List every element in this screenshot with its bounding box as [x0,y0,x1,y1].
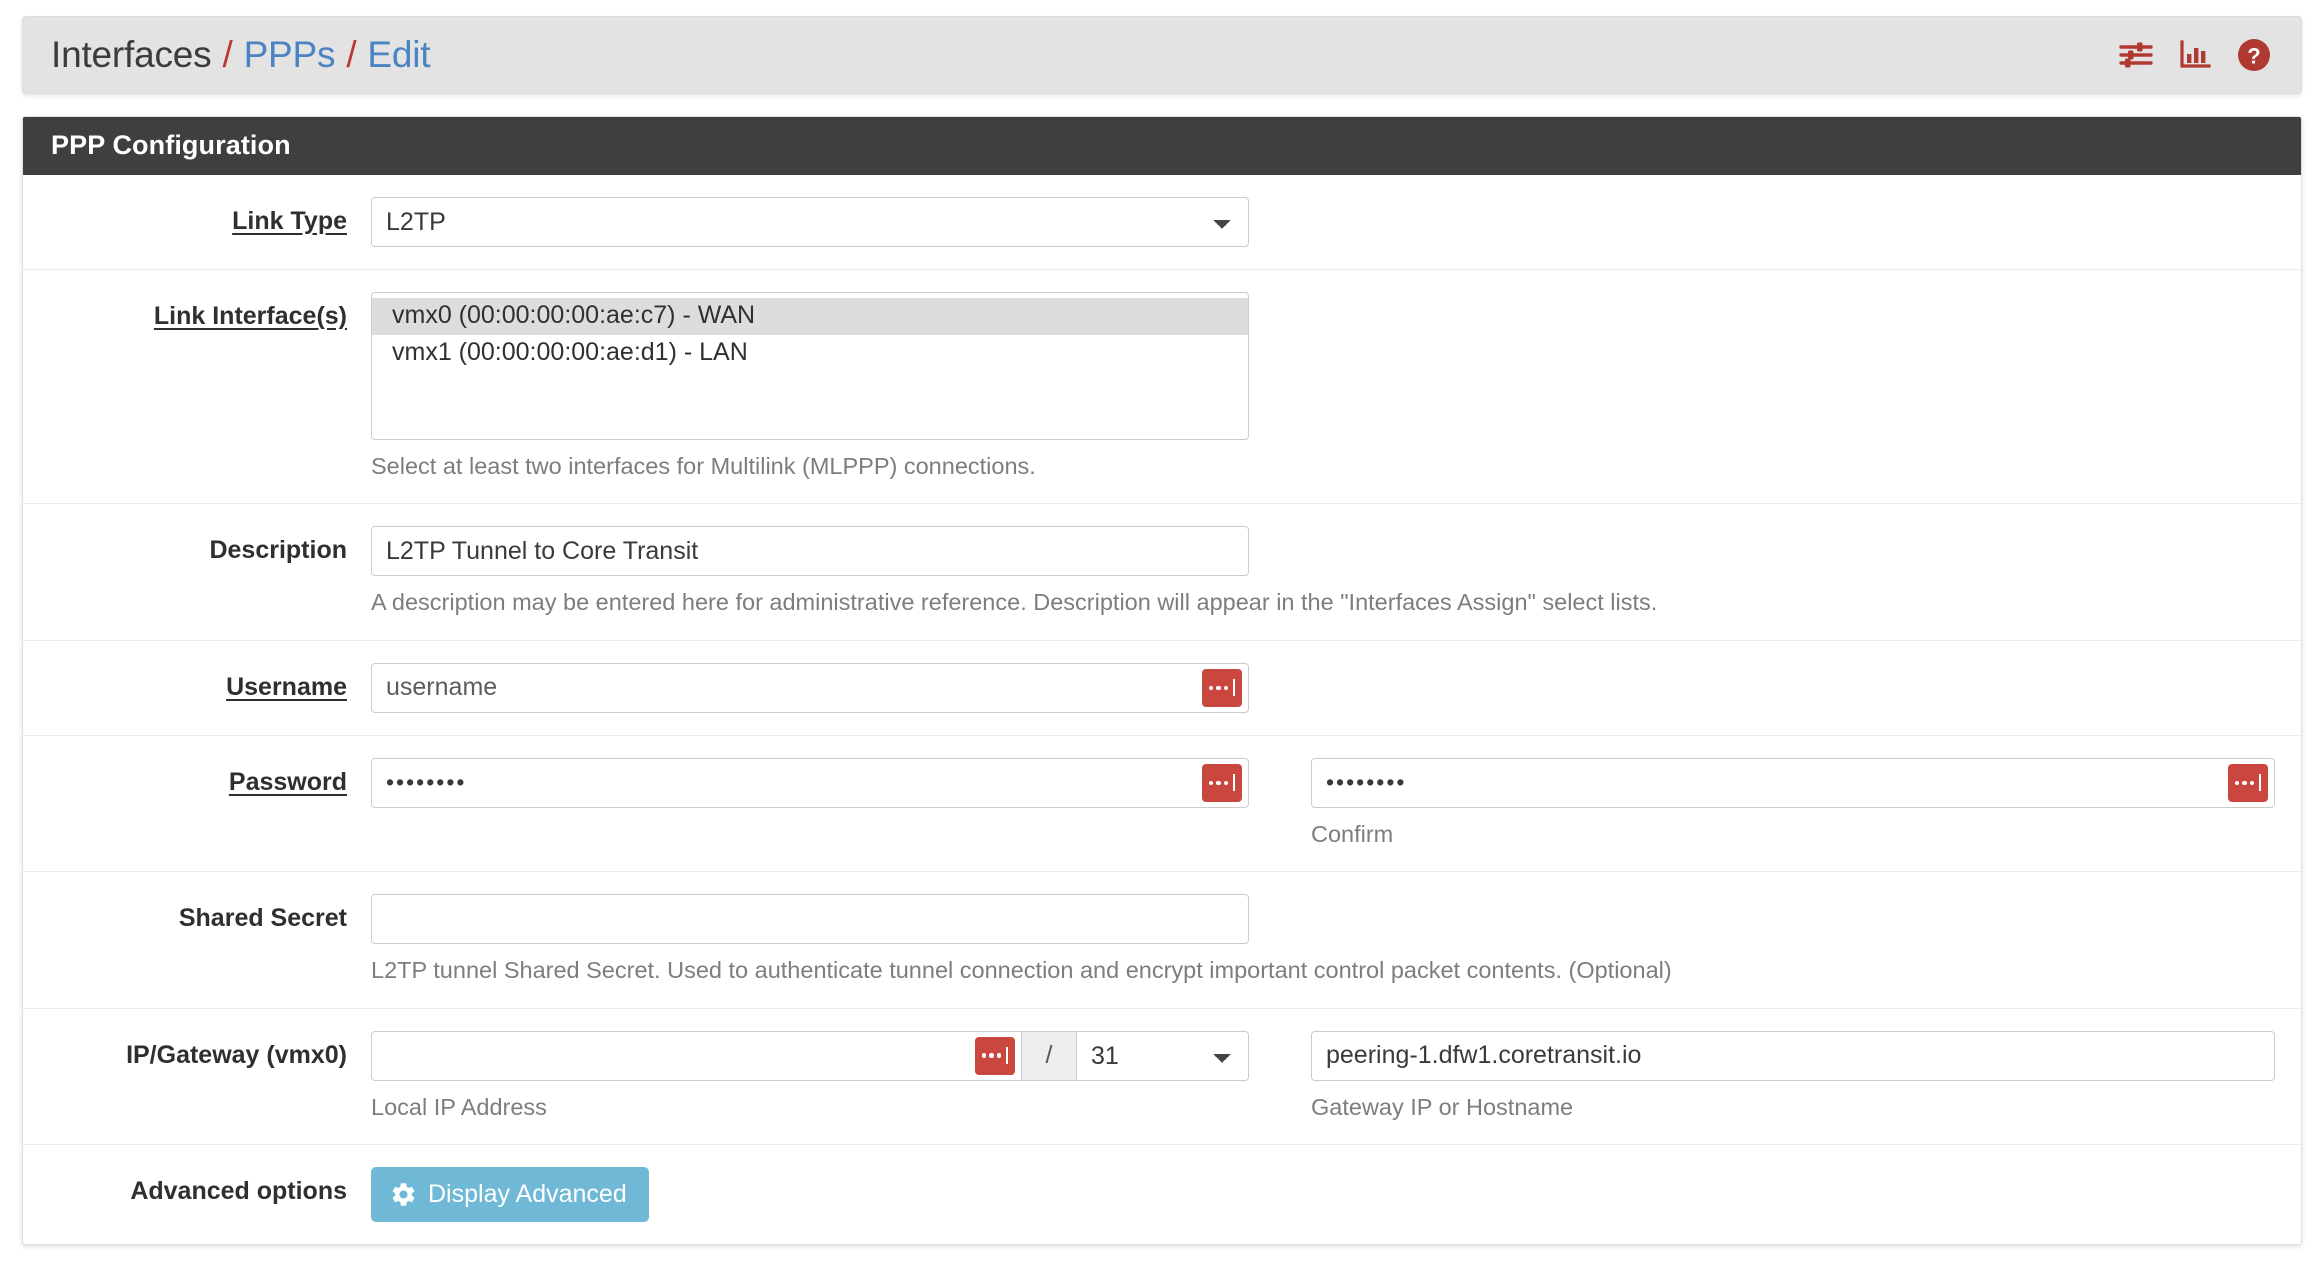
gear-icon [390,1181,417,1208]
display-advanced-button[interactable]: Display Advanced [371,1166,649,1222]
password-confirm-input-group [1311,757,2275,808]
password-confirm-help: Confirm [1311,820,1394,847]
gateway-help: Gateway IP or Hostname [1311,1093,1574,1120]
dot-glyph [996,1053,1002,1058]
chart-icon[interactable] [2179,40,2211,70]
shared-secret-help: L2TP tunnel Shared Secret. Used to authe… [371,957,1672,984]
local-ip-input[interactable] [372,1031,975,1080]
ip-gateway-label: IP/Gateway (vmx0) [126,1040,347,1069]
cursor-bar-glyph [1233,679,1236,697]
breadcrumb-bar: Interfaces / PPPs / Edit ? [22,16,2302,94]
form-row-username: Username [23,641,2301,736]
header-icon-group: ? [2119,38,2271,72]
form-row-advanced-options: Advanced options Display Advanced [23,1145,2301,1244]
dot-glyph [2249,780,2255,785]
help-icon[interactable]: ? [2237,38,2271,72]
gateway-input[interactable] [1311,1030,2275,1081]
list-item[interactable]: vmx1 (00:00:00:00:ae:d1) - LAN [372,335,1248,372]
local-ip-help: Local IP Address [371,1093,547,1120]
dot-glyph [1223,780,1229,785]
display-advanced-button-label: Display Advanced [428,1179,627,1208]
subnet-slash-separator: / [1021,1030,1077,1081]
page-root: Interfaces / PPPs / Edit ? PPP Configura… [0,0,2324,1276]
dot-glyph [981,1053,987,1058]
breadcrumb-item-edit[interactable]: Edit [367,34,430,76]
sliders-icon[interactable] [2119,40,2153,70]
username-input[interactable] [372,663,1202,712]
cursor-bar-glyph [1006,1047,1009,1064]
dot-glyph [1208,685,1214,690]
password-reveal-button[interactable] [1202,763,1242,802]
description-help: A description may be entered here for ad… [371,589,1658,616]
svg-text:?: ? [2247,44,2260,69]
password-confirm-reveal-button[interactable] [2228,763,2268,802]
gateway-col: Gateway IP or Hostname [1311,1030,2275,1122]
form-row-description: Description A description may be entered… [23,504,2301,641]
subnet-mask-select[interactable]: 31 [1077,1030,1249,1081]
username-label: Username [226,672,347,701]
card-title: PPP Configuration [23,117,2301,175]
form-row-link-interfaces: Link Interface(s) vmx0 (00:00:00:00:ae:c… [23,270,2301,505]
dot-glyph [1216,780,1221,785]
description-input[interactable] [371,526,1249,577]
link-interfaces-listbox[interactable]: vmx0 (00:00:00:00:ae:c7) - WAN vmx1 (00:… [371,292,1249,440]
dot-glyph [2234,780,2240,785]
shared-secret-input[interactable] [371,894,1249,945]
dot-glyph [1208,780,1214,785]
breadcrumb-separator: / [222,34,233,75]
form-row-password: Password Confirm [23,736,2301,873]
cursor-bar-glyph [1233,774,1236,792]
dot-glyph [989,1053,994,1058]
form-row-shared-secret: Shared Secret L2TP tunnel Shared Secret.… [23,872,2301,1009]
local-ip-reveal-button[interactable] [975,1036,1015,1075]
form-row-link-type: Link Type L2TP [23,175,2301,270]
password-confirm-input[interactable] [1312,758,2228,807]
link-type-label: Link Type [232,207,347,235]
password-label: Password [228,767,347,796]
link-type-select[interactable]: L2TP [371,197,1249,247]
link-interfaces-help: Select at least two interfaces for Multi… [371,453,1036,479]
form-row-ip-gateway: IP/Gateway (vmx0) / 31 Local IP Address … [23,1009,2301,1145]
local-ip-group: / 31 [371,1030,1249,1081]
description-label: Description [209,536,347,565]
dot-glyph [2242,780,2247,785]
breadcrumb-item-ppps[interactable]: PPPs [244,34,336,76]
list-item[interactable]: vmx0 (00:00:00:00:ae:c7) - WAN [372,298,1248,335]
username-reveal-button[interactable] [1202,668,1242,707]
cursor-bar-glyph [2259,774,2262,792]
advanced-options-label: Advanced options [130,1176,347,1205]
ppp-configuration-card: PPP Configuration Link Type L2TP Link In… [22,116,2302,1245]
shared-secret-label: Shared Secret [178,904,347,933]
breadcrumb: Interfaces / PPPs / Edit [51,34,2119,76]
breadcrumb-item-interfaces: Interfaces [51,34,212,75]
dot-glyph [1223,685,1229,690]
password-input[interactable] [372,758,1202,807]
password-confirm-col: Confirm [1311,757,2275,849]
breadcrumb-separator: / [346,34,357,75]
username-input-group [371,662,1249,713]
password-input-group [371,757,1249,808]
link-interfaces-label: Link Interface(s) [153,302,347,330]
local-ip-box [371,1030,1021,1081]
dot-glyph [1216,685,1221,690]
